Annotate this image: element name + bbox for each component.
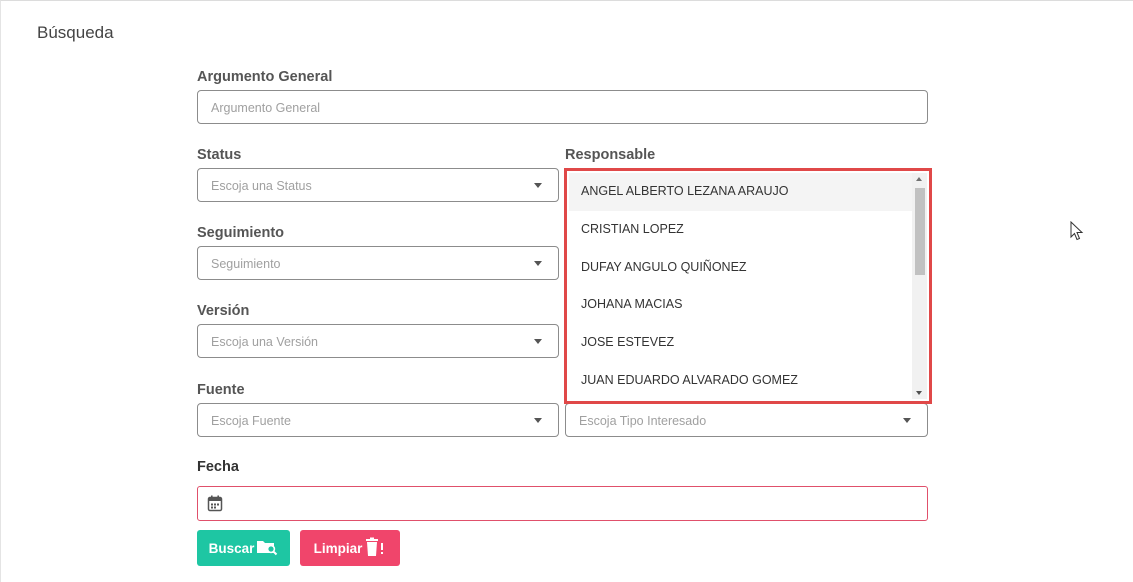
responsable-dropdown[interactable]: ANGEL ALBERTO LEZANA ARAUJO CRISTIAN LOP… (564, 168, 932, 404)
scrollbar-thumb[interactable] (915, 188, 925, 275)
chevron-down-icon (903, 418, 911, 423)
responsable-label: Responsable (565, 147, 656, 163)
seguimiento-label: Seguimiento (197, 225, 285, 241)
dropdown-option[interactable]: CRISTIAN LOPEZ (569, 211, 913, 249)
chevron-down-icon (534, 261, 542, 266)
dropdown-option[interactable]: JOHANA MACIAS (569, 286, 913, 324)
seguimiento-select[interactable]: Seguimiento (197, 246, 559, 280)
dropdown-option[interactable]: ANGEL ALBERTO LEZANA ARAUJO (569, 173, 913, 211)
general-argument-placeholder: Argumento General (211, 101, 321, 115)
clear-button-label: Limpiar (313, 540, 363, 556)
status-select[interactable]: Escoja una Status (197, 168, 559, 202)
seguimiento-placeholder: Seguimiento (211, 257, 281, 271)
version-select[interactable]: Escoja una Versión (197, 324, 559, 358)
responsable-options-list: ANGEL ALBERTO LEZANA ARAUJO CRISTIAN LOP… (569, 173, 913, 399)
tipo-interesado-select[interactable]: Escoja Tipo Interesado (565, 403, 928, 437)
status-label: Status (197, 147, 242, 163)
chevron-down-icon (534, 339, 542, 344)
chevron-down-icon (534, 418, 542, 423)
search-button-label: Buscar (208, 540, 255, 556)
fuente-placeholder: Escoja Fuente (211, 414, 291, 428)
scroll-down-arrow-icon[interactable] (916, 391, 922, 395)
chevron-down-icon (534, 183, 542, 188)
dropdown-scrollbar[interactable] (912, 173, 927, 399)
fuente-select[interactable]: Escoja Fuente (197, 403, 559, 437)
panel-title: Búsqueda (37, 23, 114, 42)
fecha-input[interactable] (197, 486, 928, 521)
folder-search-icon (256, 538, 278, 559)
search-panel: Búsqueda Argumento General Argumento Gen… (0, 0, 1133, 582)
mouse-cursor-icon (1070, 220, 1084, 246)
tipo-interesado-placeholder: Escoja Tipo Interesado (579, 414, 707, 428)
dropdown-option[interactable]: DUFAY ANGULO QUIÑONEZ (569, 249, 913, 287)
fecha-label: Fecha (197, 459, 239, 475)
calendar-icon[interactable] (207, 495, 223, 517)
version-label: Versión (197, 303, 250, 319)
clear-button[interactable]: Limpiar (300, 530, 400, 566)
general-argument-input[interactable]: Argumento General (197, 90, 928, 124)
trash-icon (364, 537, 386, 560)
status-placeholder: Escoja una Status (211, 179, 312, 193)
version-placeholder: Escoja una Versión (211, 335, 319, 349)
scroll-up-arrow-icon[interactable] (916, 177, 922, 181)
search-button[interactable]: Buscar (197, 530, 290, 566)
dropdown-option[interactable]: JUAN EDUARDO ALVARADO GOMEZ (569, 362, 913, 399)
dropdown-option[interactable]: JOSE ESTEVEZ (569, 324, 913, 362)
general-argument-label: Argumento General (197, 69, 333, 85)
fuente-label: Fuente (197, 382, 245, 398)
